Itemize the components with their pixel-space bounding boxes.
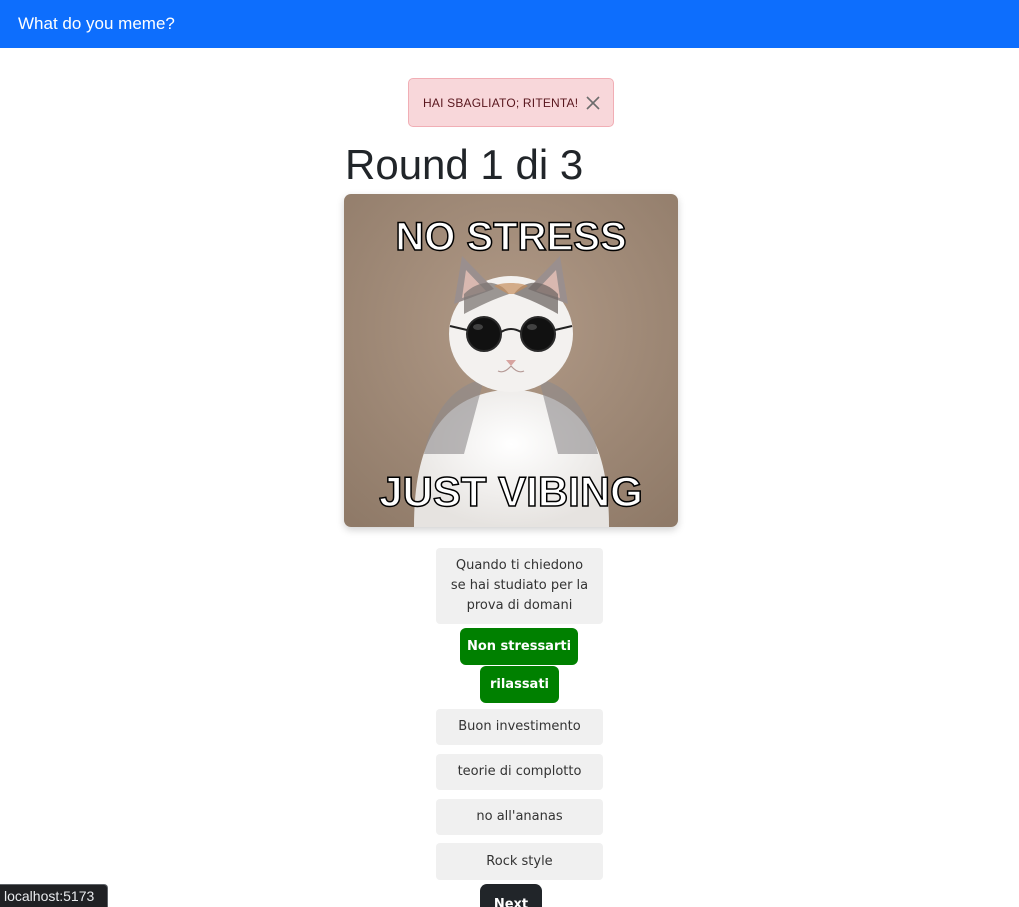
caption-option[interactable]: Rock style — [436, 843, 603, 880]
meme-image: NO STRESS JUST VIBING — [344, 194, 678, 527]
correct-caption-button[interactable]: rilassati — [480, 666, 559, 703]
caption-option[interactable]: teorie di complotto — [436, 754, 603, 790]
caption-option[interactable]: no all'ananas — [436, 799, 603, 835]
error-alert: HAI SBAGLIATO; RITENTA! — [408, 78, 614, 127]
meme-top-text: NO STRESS — [395, 215, 626, 259]
close-icon[interactable] — [585, 95, 601, 111]
caption-option[interactable]: Quando ti chiedono se hai studiato per l… — [436, 548, 603, 624]
round-title: Round 1 di 3 — [345, 141, 584, 188]
status-bar-url: localhost:5173 — [0, 884, 108, 907]
meme-bottom-text: JUST VIBING — [379, 468, 643, 515]
correct-caption-button[interactable]: Non stressarti — [460, 628, 578, 665]
next-button[interactable]: Next — [480, 884, 542, 907]
alert-message: HAI SBAGLIATO; RITENTA! — [423, 95, 579, 110]
navbar: What do you meme? — [0, 0, 1019, 48]
navbar-brand[interactable]: What do you meme? — [18, 14, 175, 34]
caption-option[interactable]: Buon investimento — [436, 709, 603, 745]
